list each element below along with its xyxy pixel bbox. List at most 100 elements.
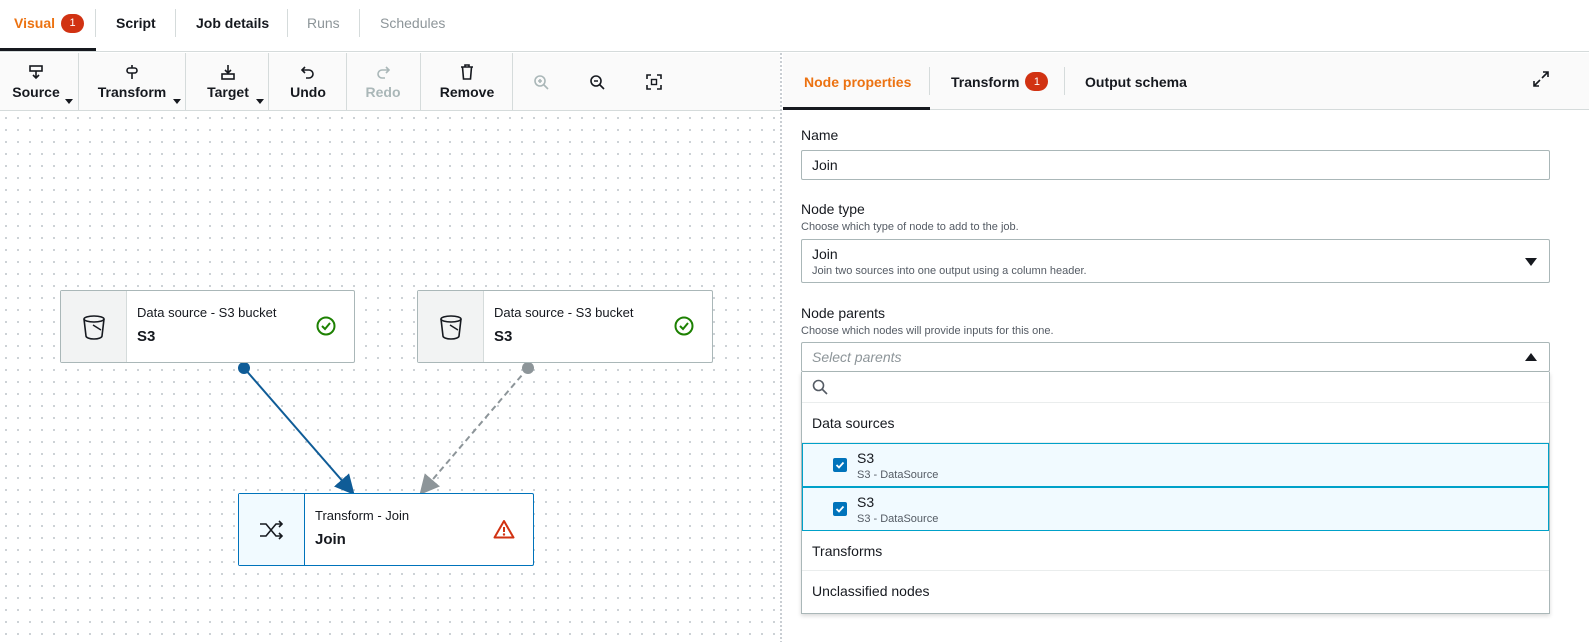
zoom-in-icon	[534, 75, 549, 90]
tab-job-details[interactable]: Job details	[196, 0, 269, 46]
node-type-description: Choose which type of node to add to the …	[801, 221, 1019, 233]
undo-button[interactable]: Undo	[280, 53, 336, 111]
node-type-field-label: Node type	[801, 201, 865, 217]
node-title: S3	[137, 328, 156, 345]
group-data-sources: Data sources	[802, 403, 1549, 443]
toolbar-divider	[420, 53, 421, 111]
tab-script[interactable]: Script	[116, 0, 156, 46]
success-check-icon	[674, 316, 694, 341]
target-dropdown-caret[interactable]	[256, 99, 264, 104]
edge-handle[interactable]	[238, 362, 250, 374]
tab-visual-label: Visual	[14, 15, 55, 31]
option-title: S3	[857, 449, 875, 466]
node-parents-description: Choose which nodes will provide inputs f…	[801, 325, 1054, 337]
node-icon-container	[239, 494, 305, 565]
warning-icon	[493, 519, 515, 544]
parent-option-s3-1[interactable]: S3 S3 - DataSource	[802, 443, 1549, 487]
checkbox-checked[interactable]	[833, 502, 847, 516]
shuffle-icon	[259, 519, 283, 540]
edge-handle[interactable]	[522, 362, 534, 374]
node-type-value-description: Join two sources into one output using a…	[812, 264, 1087, 277]
checkbox-checked[interactable]	[833, 458, 847, 472]
active-tab-indicator	[783, 107, 930, 110]
tab-divider	[287, 9, 288, 37]
parent-option-s3-2[interactable]: S3 S3 - DataSource	[802, 487, 1549, 531]
transform-icon	[126, 65, 138, 79]
canvas-toolbar: Source Transform Target Undo Redo Remove	[0, 53, 780, 111]
visual-canvas[interactable]: Data source - S3 bucket S3 Data source -…	[0, 112, 780, 642]
zoom-out-icon	[590, 75, 605, 90]
name-field-label: Name	[801, 127, 839, 143]
remove-label: Remove	[439, 84, 495, 100]
tab-node-properties[interactable]: Node properties	[804, 53, 911, 110]
panel-resize-handle[interactable]	[780, 53, 782, 642]
option-subtitle: S3 - DataSource	[857, 512, 939, 525]
transform-dropdown-caret[interactable]	[173, 99, 181, 104]
group-unclassified-nodes[interactable]: Unclassified nodes	[802, 571, 1549, 611]
tab-transform[interactable]: Transform 1	[951, 53, 1049, 110]
active-tab-indicator	[0, 48, 96, 51]
node-transform-join[interactable]: Transform - Join Join	[238, 493, 534, 566]
undo-label: Undo	[290, 84, 326, 100]
target-button[interactable]: Target	[198, 53, 258, 111]
node-s3-source-2[interactable]: Data source - S3 bucket S3	[417, 290, 713, 363]
node-type-label: Data source - S3 bucket	[137, 305, 277, 320]
edge-s3-1-to-join[interactable]	[243, 367, 355, 496]
node-type-value: Join	[812, 245, 838, 262]
source-dropdown-caret[interactable]	[65, 99, 73, 104]
target-icon	[221, 65, 235, 80]
toolbar-divider	[78, 53, 79, 111]
trash-icon	[461, 64, 473, 80]
node-type-label: Data source - S3 bucket	[494, 305, 634, 320]
toolbar-divider	[346, 53, 347, 111]
remove-button[interactable]: Remove	[432, 53, 502, 111]
tab-visual-badge: 1	[61, 13, 84, 33]
node-title: S3	[494, 328, 513, 345]
expand-icon	[1533, 71, 1549, 87]
node-icon-container	[418, 291, 484, 362]
node-title: Join	[315, 531, 346, 548]
node-type-label: Transform - Join	[315, 508, 410, 523]
transform-button[interactable]: Transform	[90, 53, 174, 111]
name-input[interactable]: Join	[801, 150, 1550, 180]
zoom-out-button[interactable]	[586, 71, 608, 93]
tab-transform-badge: 1	[1025, 72, 1049, 91]
tab-transform-label: Transform	[951, 73, 1020, 90]
checkmark-icon	[835, 461, 845, 469]
tab-divider	[929, 67, 930, 95]
toolbar-divider	[268, 53, 269, 111]
success-check-icon	[316, 316, 336, 341]
redo-label: Redo	[365, 84, 401, 100]
search-icon	[812, 379, 828, 395]
node-type-select[interactable]: Join Join two sources into one output us…	[801, 239, 1550, 283]
tab-visual[interactable]: Visual 1	[14, 0, 84, 46]
edge-s3-2-to-join[interactable]	[419, 367, 529, 496]
node-parents-select[interactable]: Select parents	[801, 342, 1550, 372]
fit-screen-icon	[646, 74, 662, 90]
redo-icon	[377, 66, 391, 79]
source-button[interactable]: Source	[8, 53, 64, 111]
undo-icon	[300, 66, 314, 79]
target-label: Target	[207, 84, 249, 100]
source-label: Source	[12, 84, 60, 100]
tab-output-schema[interactable]: Output schema	[1085, 53, 1187, 110]
node-parents-placeholder: Select parents	[812, 349, 902, 365]
tab-runs[interactable]: Runs	[307, 0, 340, 46]
option-title: S3	[857, 493, 875, 510]
tab-schedules[interactable]: Schedules	[380, 0, 445, 46]
tab-divider	[359, 9, 360, 37]
redo-button[interactable]: Redo	[356, 53, 410, 111]
s3-bucket-icon	[439, 314, 462, 340]
group-transforms[interactable]: Transforms	[802, 531, 1549, 571]
node-details-panel: Node properties Transform 1 Output schem…	[783, 53, 1589, 642]
node-s3-source-1[interactable]: Data source - S3 bucket S3	[60, 290, 355, 363]
s3-bucket-icon	[82, 314, 105, 340]
caret-up-icon	[1525, 353, 1537, 361]
top-tab-bar: Visual 1 Script Job details Runs Schedul…	[0, 0, 1589, 52]
expand-panel-button[interactable]	[1533, 71, 1551, 89]
zoom-in-button[interactable]	[530, 71, 552, 93]
caret-down-icon	[1525, 258, 1537, 266]
fit-to-screen-button[interactable]	[643, 71, 665, 93]
dropdown-search-field[interactable]	[802, 372, 1549, 403]
option-subtitle: S3 - DataSource	[857, 468, 939, 481]
